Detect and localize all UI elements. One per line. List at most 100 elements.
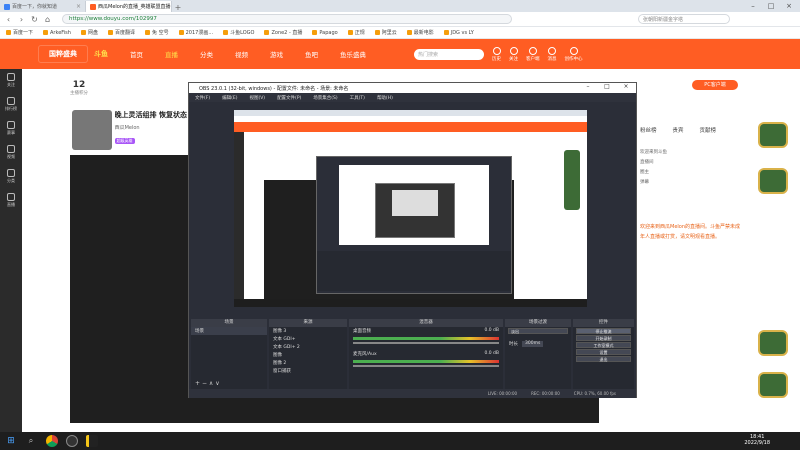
sidebar-item-live[interactable]: 直播 <box>7 193 15 208</box>
search-icon[interactable]: ⌕ <box>25 435 37 447</box>
stop-streaming-button[interactable]: 停止推流 <box>576 328 631 334</box>
menu-view[interactable]: 视图(V) <box>249 95 265 101</box>
sidebar-item-follow[interactable]: 关注 <box>7 73 15 88</box>
back-icon[interactable]: ‹ <box>4 15 13 24</box>
menu-edit[interactable]: 编辑(E) <box>222 95 237 101</box>
tab-fans[interactable]: 粉丝榜 <box>640 126 657 134</box>
remove-scene-button[interactable]: − <box>202 380 207 387</box>
brand-logo[interactable]: 斗鱼 <box>94 49 108 59</box>
room-tag[interactable]: 超级英雄 <box>114 138 135 144</box>
exit-button[interactable]: 退出 <box>576 356 631 362</box>
bookmark[interactable]: 免 空号 <box>145 29 169 36</box>
nav-live[interactable]: 直播 <box>165 49 178 59</box>
volume-slider[interactable] <box>353 342 499 344</box>
nav-festival[interactable]: 鱼乐盛典 <box>340 49 366 59</box>
avatar[interactable] <box>72 110 112 150</box>
festival-badge-icon[interactable] <box>758 372 788 398</box>
bookmark[interactable]: 阿里云 <box>374 29 397 36</box>
close-icon[interactable]: × <box>76 3 81 10</box>
reload-icon[interactable]: ↻ <box>30 15 39 24</box>
settings-button[interactable]: 设置 <box>576 349 631 355</box>
site-header: 国粹盛典 斗鱼 首页 直播 分类 视频 游戏 鱼吧 鱼乐盛典 热门搜索 历史 关… <box>0 39 800 69</box>
minimize-button[interactable]: – <box>744 0 762 12</box>
windows-start-icon[interactable]: ⊞ <box>5 435 17 447</box>
site-logo[interactable]: 国粹盛典 <box>38 45 88 63</box>
obs-maximize-button[interactable]: □ <box>602 83 612 93</box>
audio-meter <box>353 337 499 340</box>
bookmark[interactable]: 百度翻译 <box>107 29 135 36</box>
move-down-icon[interactable]: ∨ <box>215 380 219 387</box>
nav-game[interactable]: 游戏 <box>270 49 283 59</box>
sidebar-item-match[interactable]: 赛事 <box>7 121 15 136</box>
site-search-input[interactable]: 热门搜索 <box>414 48 484 60</box>
scene-item[interactable]: 场景 <box>191 327 267 335</box>
source-item[interactable]: 文本 GDI+ 2 <box>269 343 347 351</box>
menu-help[interactable]: 帮助(H) <box>377 95 393 101</box>
forward-icon[interactable]: › <box>17 15 26 24</box>
bookmark[interactable]: ArkeFish <box>43 30 71 36</box>
obs-minimize-button[interactable]: – <box>583 83 593 93</box>
close-window-button[interactable]: × <box>780 0 798 12</box>
browser-search-input[interactable]: 张朝阳新疆金字塔 <box>638 14 730 24</box>
app-icon[interactable] <box>86 435 98 447</box>
home-icon[interactable]: ⌂ <box>43 15 52 24</box>
system-clock[interactable]: 18:41 2022/9/18 <box>744 434 770 446</box>
streamer-name[interactable]: 西瓜Melon <box>115 124 187 131</box>
start-recording-button[interactable]: 开始录制 <box>576 335 631 341</box>
creator-button[interactable]: 创作中心 <box>565 46 583 62</box>
new-tab-button[interactable]: + <box>172 3 184 12</box>
message-button[interactable]: 消息 <box>548 46 557 62</box>
left-sidebar: 关注 排行榜 赛事 视频 分类 直播 <box>0 69 22 432</box>
nav-home[interactable]: 首页 <box>130 49 143 59</box>
source-item[interactable]: 图像 <box>269 351 347 359</box>
menu-scene-collection[interactable]: 场景集合(S) <box>313 95 337 101</box>
sidebar-item-video[interactable]: 视频 <box>7 145 15 160</box>
obs-preview[interactable] <box>234 110 587 307</box>
browser-tab-active[interactable]: 西瓜Melon的直播_英雄联盟直播× <box>86 1 172 12</box>
nav-category[interactable]: 分类 <box>200 49 213 59</box>
nav-fishbar[interactable]: 鱼吧 <box>305 49 318 59</box>
obs-close-button[interactable]: × <box>621 83 631 93</box>
obs-icon[interactable] <box>66 435 78 447</box>
source-item[interactable]: 图像 2 <box>269 359 347 367</box>
sidebar-item-rank[interactable]: 排行榜 <box>5 97 17 112</box>
festival-badge-icon[interactable] <box>758 122 788 148</box>
volume-slider[interactable] <box>353 365 499 367</box>
festival-badge-icon[interactable] <box>758 168 788 194</box>
bookmark[interactable]: Papago <box>312 30 338 36</box>
menu-tools[interactable]: 工具(T) <box>350 95 365 101</box>
duration-input[interactable]: 300ms <box>522 341 544 347</box>
menu-file[interactable]: 文件(F) <box>195 95 210 101</box>
obs-title-bar: OBS 23.0.1 (32-bit, windows) - 配置文件: 未命名… <box>189 83 636 93</box>
bookmark[interactable]: JDG vs LY <box>443 30 474 36</box>
bookmark[interactable]: 斗鱼LOGO <box>223 29 254 36</box>
chrome-icon[interactable] <box>46 435 58 447</box>
move-up-icon[interactable]: ∧ <box>209 380 213 387</box>
bookmark[interactable]: 网盘 <box>80 29 98 36</box>
festival-badge-icon[interactable] <box>758 330 788 356</box>
tab-contribution[interactable]: 贡献榜 <box>700 126 717 134</box>
maximize-button[interactable]: □ <box>762 0 780 12</box>
bookmark[interactable]: 百度一下 <box>6 29 33 36</box>
source-item[interactable]: 文本 GDI+ <box>269 335 347 343</box>
source-item[interactable]: 窗口捕获 <box>269 367 347 375</box>
client-button[interactable]: 客户端 <box>526 46 540 62</box>
sidebar-item-category[interactable]: 分类 <box>7 169 15 184</box>
history-button[interactable]: 历史 <box>492 46 501 62</box>
bookmark[interactable]: 2017漫画... <box>178 29 213 36</box>
studio-mode-button[interactable]: 工作室模式 <box>576 342 631 348</box>
list-item: 直播间 <box>640 160 654 165</box>
bookmark[interactable]: 最新电影 <box>406 29 434 36</box>
nav-video[interactable]: 视频 <box>235 49 248 59</box>
browser-tab[interactable]: 百度一下，你就知道 × <box>0 1 86 12</box>
bookmark[interactable]: Zone2 - 直播 <box>264 29 302 36</box>
pc-client-button[interactable]: PC客户端 <box>692 80 738 90</box>
tab-vip[interactable]: 贵宾 <box>673 126 684 134</box>
transition-select[interactable]: 淡出 <box>508 328 568 334</box>
menu-profile[interactable]: 配置文件(P) <box>277 95 301 101</box>
follow-button[interactable]: 关注 <box>509 46 518 62</box>
url-input[interactable]: https://www.douyu.com/102997 <box>62 14 512 24</box>
bookmark[interactable]: 正规 <box>347 29 365 36</box>
add-scene-button[interactable]: + <box>195 380 200 387</box>
source-item[interactable]: 图像 3 <box>269 327 347 335</box>
